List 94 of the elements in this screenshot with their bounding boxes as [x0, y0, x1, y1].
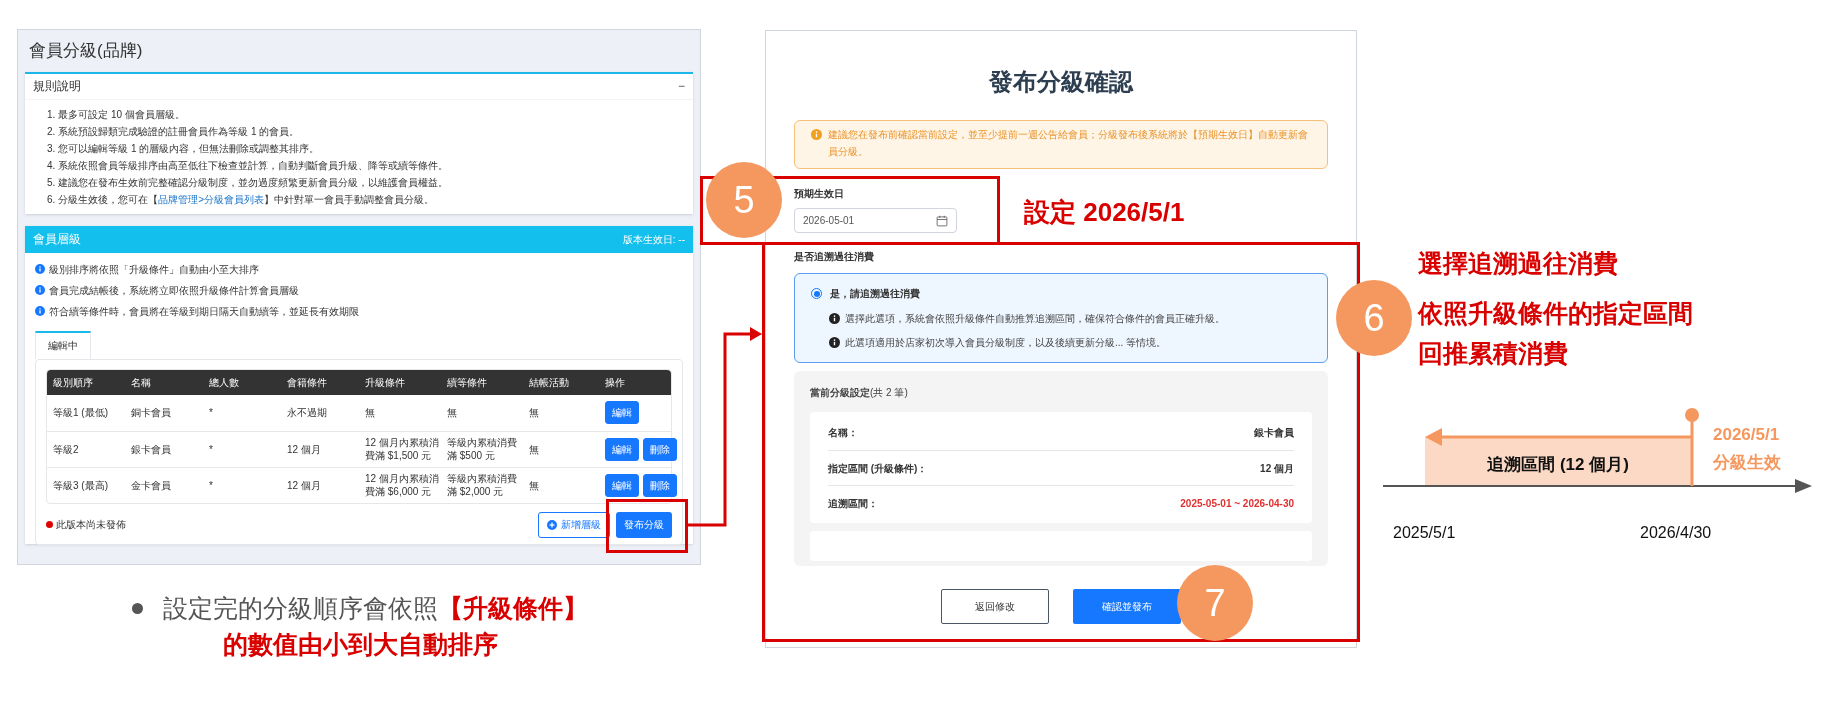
card-title: 會員層級 [33, 231, 81, 248]
table-cell-text: * [209, 406, 214, 419]
section-label: 是否追溯過往消費 [794, 250, 875, 264]
option-note: 選擇此選項，系統會依照升級條件自動推算追溯區間，確保符合條件的會員正確升級。 [845, 312, 1225, 326]
date-field[interactable]: 2026-05-01 [794, 208, 957, 233]
effective-date: 2026/5/1 [1713, 425, 1780, 444]
page-title: 會員分級(品牌) [28, 40, 144, 62]
note-text: 級別排序將依照「升級條件」自動由小至大排序 [49, 262, 259, 277]
table-cell-text: 等級3 (最高) [53, 478, 109, 492]
publish-button[interactable]: 發布分級 [616, 511, 672, 538]
action-button[interactable]: 編輯 [605, 437, 639, 461]
annotation-text: 設定 2026/5/1 [1024, 196, 1185, 229]
table-cell-text: 無 [529, 442, 540, 456]
action-button[interactable]: 編輯 [605, 473, 639, 497]
collapse-button[interactable]: − [678, 77, 685, 95]
table-cell-text: 銀卡會員 [131, 442, 172, 456]
calendar-icon [936, 214, 948, 227]
table-cell-text: 無 [447, 406, 458, 419]
card-title: 規則說明 [33, 78, 81, 95]
add-tier-button[interactable]: 新增層級 [538, 511, 610, 538]
table-cell-text: 金卡會員 [131, 478, 172, 492]
effective-label: 分級生效 [1713, 453, 1781, 472]
field-value: 銀卡會員 [1254, 426, 1294, 440]
annotation-text: 回推累積消費 [1418, 338, 1569, 369]
info-icon [35, 285, 45, 295]
table-cell-text: 等級2 [53, 442, 80, 456]
info-icon [35, 306, 45, 316]
step-callout: 5 [706, 162, 782, 238]
table-cell-text: * [209, 478, 214, 492]
note-text: 會員完成結帳後，系統將立即依照升級條件計算會員層級 [49, 283, 299, 298]
column-header: 級別順序 [53, 375, 94, 390]
rule-text: 5. 建議您在發布生效前完整確認分級制度，並勿過度頻繁更新會員分級，以維護會員權益。 [47, 175, 450, 189]
field-label: 名稱： [828, 426, 858, 440]
plus-circle-icon [547, 519, 557, 530]
rule-text: 1. 最多可設定 10 個會員層級。 [47, 107, 186, 121]
table-cell-text: 12 個月內累積消費滿 $6,000 元 [365, 472, 440, 498]
table-cell-text: 銅卡會員 [131, 406, 172, 419]
annotation-text: 選擇追溯過往消費 [1418, 248, 1619, 279]
info-icon [35, 264, 45, 274]
field-label: 追溯區間： [828, 496, 878, 511]
field-value: 12 個月 [1260, 461, 1294, 476]
action-button[interactable]: 編輯 [605, 401, 639, 424]
table-cell-text: * [209, 442, 214, 456]
table-cell-text: 等級內累積消費滿 $2,000 元 [447, 472, 518, 498]
rule-text: 3. 您可以編輯等級 1 的層級內容，但無法刪除或調整其排序。 [47, 141, 321, 155]
action-button[interactable]: 刪除 [643, 473, 677, 497]
date-label: 預期生效日 [794, 187, 845, 201]
warning-text: 建議您在發布前確認當前設定，並至少提前一週公告給會員；分級發布後系統將於【預期生效日】自動更新會員分級。 [828, 128, 1309, 159]
table-cell-text: 無 [365, 406, 376, 419]
column-header: 結帳活動 [529, 375, 570, 390]
end-date: 2026/4/30 [1640, 524, 1712, 541]
table-cell-text: 無 [529, 406, 540, 419]
table-cell-text: 12 個月 [287, 478, 322, 492]
column-header: 續等條件 [447, 375, 488, 390]
annotation-text: 依照升級條件的指定區間 [1418, 298, 1693, 329]
note-text: 符合續等條件時，會員將在等級到期日隔天自動續等，並延長有效期限 [49, 304, 359, 319]
summary-title: 當前分級設定(共 2 筆) [810, 386, 909, 400]
table-cell-text: 12 個月內累積消費滿 $1,500 元 [365, 436, 440, 462]
bullet-icon [132, 602, 143, 614]
option-label: 是，請追溯過往消費 [830, 287, 920, 301]
rule-text: 2. 系統預設歸類完成驗證的註冊會員作為等級 1 的會員。 [47, 124, 301, 138]
version-date: 版本生效日: -- [622, 232, 685, 247]
info-icon [829, 313, 840, 324]
caption-text: 設定完的分級順序會依照【升級條件】 [163, 593, 588, 624]
table-cell-text: 永不過期 [287, 406, 328, 419]
warning-icon [811, 129, 822, 140]
table-cell-text: 12 個月 [287, 442, 322, 456]
column-header: 總人數 [209, 375, 240, 390]
info-icon [829, 337, 840, 348]
rule-text: 4. 系統依照會員等級排序由高至低往下檢查並計算，自動判斷會員升級、降等或續等條件。 [47, 158, 450, 172]
period-label: 追溯區間 (12 個月) [1487, 455, 1629, 474]
back-button[interactable]: 返回修改 [941, 589, 1049, 624]
confirm-button[interactable]: 確認並發布 [1073, 589, 1181, 624]
radio-option[interactable]: 是，請追溯過往消費 選擇此選項，系統會依照升級條件自動推算追溯區間，確保符合條件的會員正確升級。 此選項適用於店家初次導入會員分級制度，以及後續更新分級... 等情境。 [794, 273, 1328, 363]
column-header: 操作 [605, 375, 626, 390]
table-cell-text: 等級1 (最低) [53, 406, 109, 419]
field-label: 指定區間 (升級條件)： [828, 461, 928, 476]
status-text: 此版本尚未發佈 [56, 518, 126, 532]
caption-text: 的數值由小到大自動排序 [222, 629, 498, 660]
step-callout: 6 [1336, 280, 1412, 356]
action-button[interactable]: 刪除 [643, 437, 677, 461]
link[interactable]: 品牌管理>分級會員列表 [158, 193, 264, 205]
column-header: 會籍條件 [287, 375, 328, 390]
table-cell-text: 等級內累積消費滿 $500 元 [447, 436, 518, 462]
tab[interactable]: 編輯中 [35, 330, 91, 359]
date-value: 2026-05-01 [803, 214, 855, 228]
option-note: 此選項適用於店家初次導入會員分級制度，以及後續更新分級... 等情境。 [845, 336, 1167, 350]
field-value: 2025-05-01 ~ 2026-04-30 [1180, 496, 1294, 511]
start-date: 2025/5/1 [1393, 524, 1456, 541]
table-cell-text: 無 [529, 478, 540, 492]
column-header: 升級條件 [365, 375, 406, 390]
rule-text: 6. 分級生效後，您可在【品牌管理>分級會員列表】中針對單一會員手動調整會員分級。 [47, 192, 435, 206]
column-header: 名稱 [131, 375, 152, 390]
dialog-title: 發布分級確認 [988, 67, 1135, 97]
